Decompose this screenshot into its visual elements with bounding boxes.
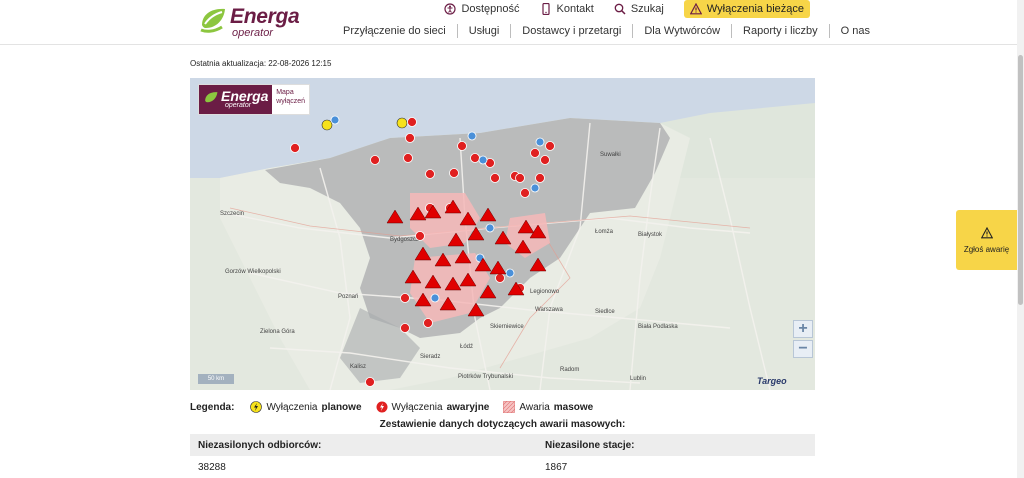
city-label: Biała Podlaska <box>638 324 678 330</box>
nav-item-reports[interactable]: Raporty i liczby <box>731 24 829 38</box>
accessibility-link[interactable]: Dostępność <box>444 0 520 18</box>
contact-link-label: Kontakt <box>556 3 594 15</box>
energa-logo[interactable]: Energa operator <box>198 3 308 43</box>
city-label: Suwałki <box>600 152 621 158</box>
legend-failure-bold: awaryjne <box>446 401 490 413</box>
city-label: Sieradz <box>420 354 440 360</box>
map-caption-line-2: wyłączeń <box>276 98 305 105</box>
nav-item-services[interactable]: Usługi <box>456 24 511 38</box>
current-outages-label: Wyłączenia bieżące <box>706 3 804 15</box>
contact-link[interactable]: Kontakt <box>540 0 594 18</box>
city-label: Gorzów Wielkopolski <box>225 269 281 275</box>
search-link-label: Szukaj <box>630 3 664 15</box>
warning-icon <box>980 226 993 238</box>
map-base: Szczecin Gorzów Wielkopolski Zielona Gór… <box>190 78 815 390</box>
accessibility-icon <box>444 3 457 15</box>
city-label: Poznań <box>338 294 358 300</box>
table-cell-customers: 38288 <box>198 461 226 473</box>
site-header: Energa operator Dostępność Kontakt Szuka… <box>0 0 1017 45</box>
city-label: Zielona Góra <box>260 329 295 335</box>
last-update: Ostatnia aktualizacja: 22-08-2026 12:15 <box>190 59 332 68</box>
scrollbar[interactable] <box>1017 0 1024 478</box>
search-icon <box>614 3 626 15</box>
nav-item-about[interactable]: O nas <box>828 24 881 38</box>
city-label: Skierniewice <box>490 324 524 330</box>
table-header-stations: Niezasilone stacje: <box>545 439 635 451</box>
table-header-customers: Niezasilonych odbiorców: <box>198 439 322 451</box>
table-row: 38288 1867 <box>190 456 815 478</box>
main-nav: Przyłączenie do sieci Usługi Dostawcy i … <box>332 22 881 40</box>
legend-mass-prefix: Awaria <box>519 401 550 413</box>
city-label: Szczecin <box>220 211 244 217</box>
summary-title: Zestawienie danych dotyczących awarii ma… <box>379 419 626 430</box>
lightning-red-icon <box>376 401 388 413</box>
city-label: Łódź <box>460 344 473 350</box>
map-scale: 50 km <box>198 374 234 384</box>
city-label: Bydgoszcz <box>390 237 419 243</box>
legend-planned: Wyłączenia planowe <box>250 401 362 413</box>
city-label: Łomża <box>595 229 614 235</box>
legend-mass-bold: masowe <box>553 401 594 413</box>
report-failure-label: Zgłoś awarię <box>963 244 1010 254</box>
map-caption-line-1: Mapa <box>276 89 294 96</box>
city-label: Warszawa <box>535 307 563 313</box>
city-label: Siedlce <box>595 309 615 315</box>
city-label: Białystok <box>638 232 663 238</box>
city-label: Kalisz <box>350 364 366 370</box>
city-label: Lublin <box>630 376 646 382</box>
map-logo-subtitle: operator <box>225 102 252 109</box>
map-legend: Legenda: Wyłączenia planowe Wyłączenia a… <box>190 401 593 413</box>
table-header-row: Niezasilonych odbiorców: Niezasilone sta… <box>190 434 815 456</box>
scrollbar-thumb[interactable] <box>1018 55 1023 305</box>
current-outages-link[interactable]: Wyłączenia bieżące <box>683 0 810 18</box>
report-failure-button[interactable]: Zgłoś awarię <box>956 210 1017 270</box>
city-label: Piotrków Trybunalski <box>458 374 513 380</box>
city-label: Radom <box>560 367 579 373</box>
map-energa-logo: Energa operator Mapa wyłączeń <box>198 84 310 115</box>
nav-item-producers[interactable]: Dla Wytwórców <box>632 24 731 38</box>
summary-table: Niezasilonych odbiorców: Niezasilone sta… <box>190 434 815 478</box>
search-link[interactable]: Szukaj <box>614 0 664 18</box>
hatched-area-icon <box>503 401 516 413</box>
legend-planned-bold: planowe <box>321 401 362 413</box>
logo-wordmark: Energa <box>230 5 300 28</box>
nav-item-connection[interactable]: Przyłączenie do sieci <box>332 24 457 38</box>
logo-subtitle: operator <box>232 27 273 39</box>
lightning-yellow-icon <box>250 401 263 413</box>
city-label: Legionowo <box>530 289 560 295</box>
top-links: Dostępność Kontakt Szukaj Wyłączenia bie… <box>444 0 810 18</box>
legend-failure-prefix: Wyłączenia <box>391 401 443 413</box>
energa-leaf-icon <box>200 8 225 33</box>
warning-icon <box>689 3 702 15</box>
nav-item-suppliers[interactable]: Dostawcy i przetargi <box>510 24 632 38</box>
legend-failure: Wyłączenia awaryjne <box>376 401 490 413</box>
legend-mass: Awaria masowe <box>503 401 593 413</box>
page: Energa operator Dostępność Kontakt Szuka… <box>0 0 1024 478</box>
zoom-controls: + − <box>793 320 813 358</box>
accessibility-link-label: Dostępność <box>461 3 520 15</box>
outage-map[interactable]: Szczecin Gorzów Wielkopolski Zielona Gór… <box>190 78 815 390</box>
legend-title: Legenda: <box>190 401 235 413</box>
table-cell-stations: 1867 <box>545 461 568 473</box>
legend-planned-prefix: Wyłączenia <box>266 401 318 413</box>
phone-icon <box>541 3 550 15</box>
zoom-out-button[interactable]: − <box>793 340 813 358</box>
map-provider-logo[interactable]: Targeo <box>757 376 787 386</box>
energa-leaf-icon <box>205 92 218 103</box>
zoom-in-button[interactable]: + <box>793 320 813 338</box>
